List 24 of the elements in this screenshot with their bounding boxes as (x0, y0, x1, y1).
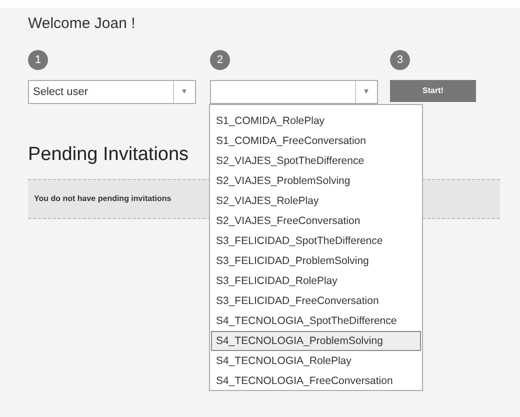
dropdown-option[interactable]: S3_FELICIDAD_ProblemSolving (211, 251, 421, 271)
start-button[interactable]: Start! (390, 80, 476, 102)
activity-select[interactable]: ▾ (210, 80, 378, 104)
step-number: 3 (390, 50, 410, 70)
notice-text: You do not have pending invitations (34, 193, 172, 205)
dropdown-option[interactable]: S4_TECNOLOGIA_SpotTheDifference (211, 311, 421, 331)
dropdown-option[interactable]: S4_TECNOLOGIA_RolePlay (211, 351, 421, 371)
dropdown-option[interactable]: S2_VIAJES_SpotTheDifference (211, 151, 421, 171)
dropdown-option[interactable]: S4_TECNOLOGIA_FreeConversation (211, 371, 421, 391)
dropdown-option[interactable]: S3_FELICIDAD_SpotTheDifference (211, 231, 421, 251)
dropdown-option[interactable]: S1_COMIDA_FreeConversation (211, 131, 421, 151)
dropdown-option[interactable]: S1_COMIDA_RolePlay (211, 111, 421, 131)
dropdown-option[interactable]: S2_VIAJES_ProblemSolving (211, 171, 421, 191)
section-heading: Pending Invitations (28, 143, 189, 167)
select-placeholder: Select user (32, 84, 90, 100)
step-number: 1 (28, 50, 48, 70)
dropdown-option[interactable]: S4_TECNOLOGIA_ProblemSolving (211, 331, 421, 351)
welcome-heading: Welcome Joan ! (28, 14, 136, 34)
step-number: 2 (210, 50, 230, 70)
dropdown-option[interactable]: S2_VIAJES_FreeConversation (211, 211, 421, 231)
user-select[interactable]: Select user ▾ (28, 80, 196, 104)
dropdown-option[interactable]: S2_VIAJES_RolePlay (211, 191, 421, 211)
dropdown-option[interactable]: S3_FELICIDAD_FreeConversation (211, 291, 421, 311)
dropdown-option[interactable]: S3_FELICIDAD_RolePlay (211, 271, 421, 291)
